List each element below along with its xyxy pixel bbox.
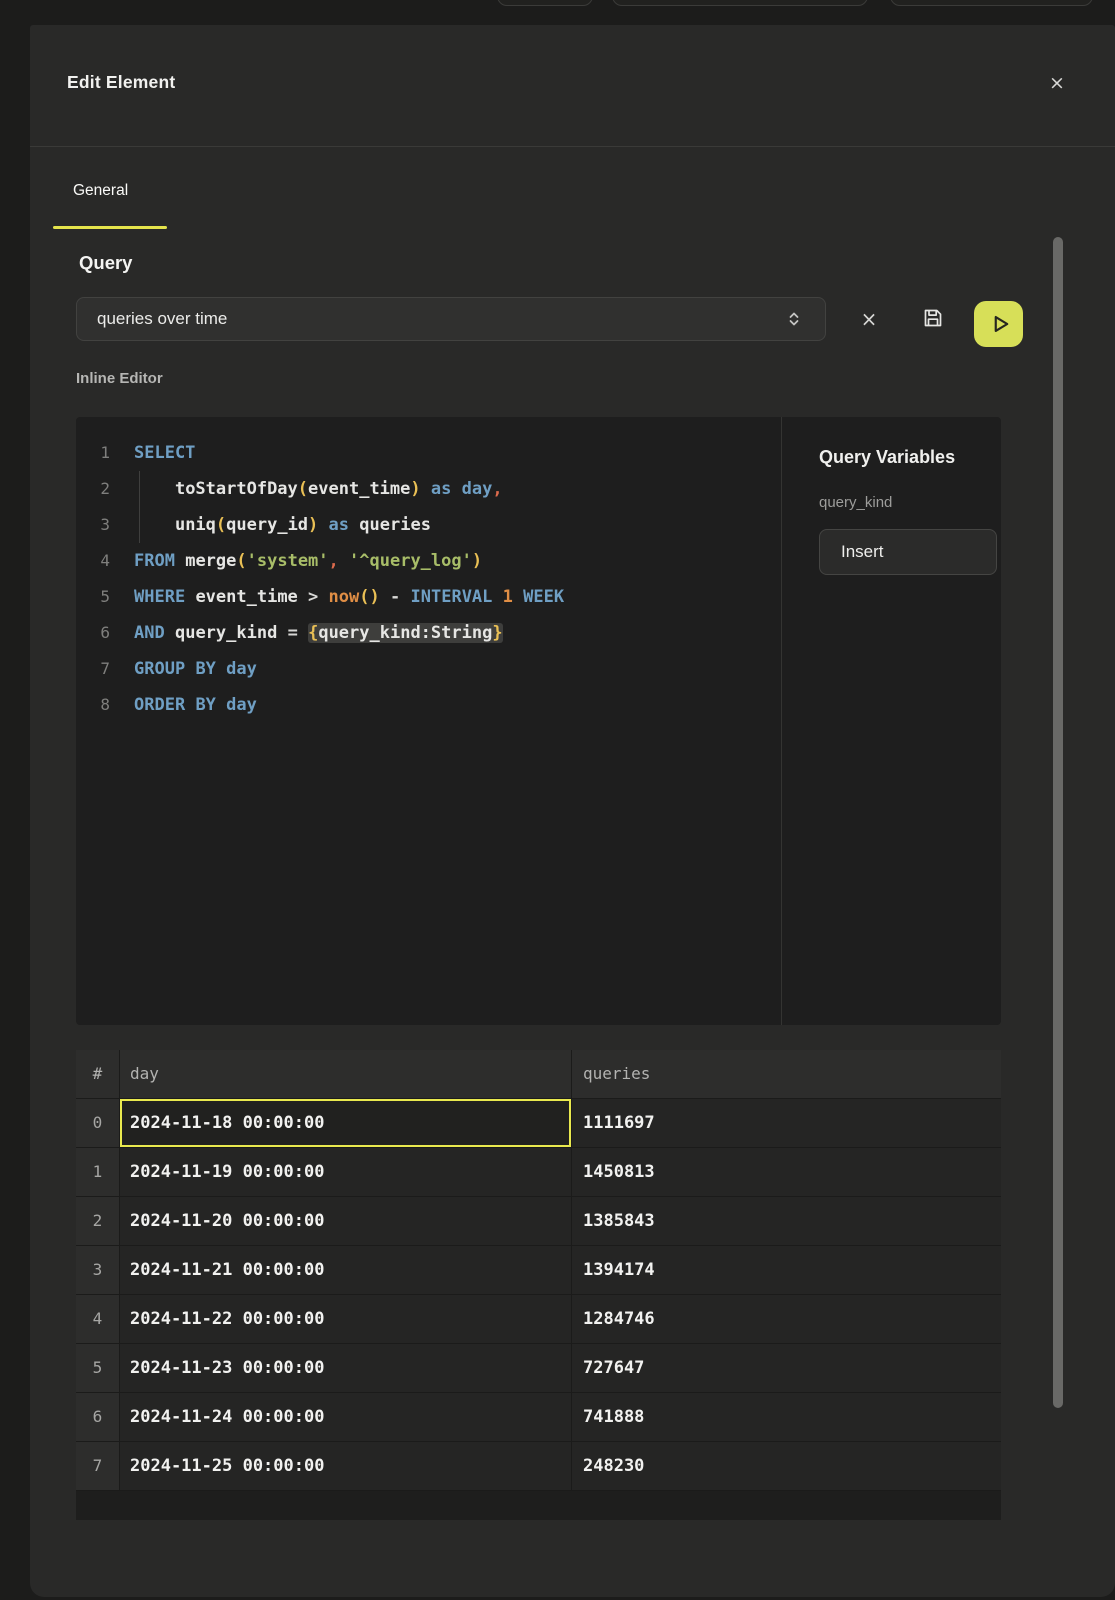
code-lines: 1SELECT2 toStartOfDay(event_time) as day… xyxy=(76,435,781,723)
cell-day[interactable]: 2024-11-25 00:00:00 xyxy=(120,1442,572,1490)
column-header-day[interactable]: day xyxy=(120,1050,572,1098)
cell-day[interactable]: 2024-11-22 00:00:00 xyxy=(120,1295,572,1343)
code-line[interactable]: 3 uniq(query_id) as queries xyxy=(76,507,781,543)
cell-queries[interactable]: 1284746 xyxy=(572,1295,1001,1343)
cell-index[interactable]: 4 xyxy=(76,1295,120,1343)
cell-index[interactable]: 1 xyxy=(76,1148,120,1196)
table-row: 42024-11-22 00:00:001284746 xyxy=(76,1295,1001,1344)
line-number: 5 xyxy=(76,579,110,615)
code-line[interactable]: 2 toStartOfDay(event_time) as day, xyxy=(76,471,781,507)
query-variables-title: Query Variables xyxy=(819,447,997,468)
background-toolbar-button[interactable] xyxy=(612,0,868,6)
tab-general[interactable]: General xyxy=(73,182,128,200)
table-row: 22024-11-20 00:00:001385843 xyxy=(76,1197,1001,1246)
inline-editor-label: Inline Editor xyxy=(76,370,163,387)
line-number: 3 xyxy=(76,507,110,543)
cell-queries[interactable]: 727647 xyxy=(572,1344,1001,1392)
table-row: 62024-11-24 00:00:00741888 xyxy=(76,1393,1001,1442)
cell-day[interactable]: 2024-11-24 00:00:00 xyxy=(120,1393,572,1441)
query-select-value: queries over time xyxy=(97,309,227,329)
cell-day[interactable]: 2024-11-20 00:00:00 xyxy=(120,1197,572,1245)
page: { "dialog": { "title": "Edit Element", "… xyxy=(0,0,1115,1600)
line-number: 6 xyxy=(76,615,110,651)
close-icon[interactable]: × xyxy=(1043,69,1071,97)
cell-queries[interactable]: 248230 xyxy=(572,1442,1001,1490)
cell-day[interactable]: 2024-11-18 00:00:00 xyxy=(120,1099,572,1147)
line-number: 1 xyxy=(76,435,110,471)
code-line[interactable]: 6AND query_kind = {query_kind:String} xyxy=(76,615,781,651)
cell-index[interactable]: 0 xyxy=(76,1099,120,1147)
variable-name-label: query_kind xyxy=(819,494,997,511)
play-icon xyxy=(986,311,1012,337)
indent-guide xyxy=(139,471,140,543)
line-number: 7 xyxy=(76,651,110,687)
code-area[interactable]: 1SELECT2 toStartOfDay(event_time) as day… xyxy=(76,417,781,1025)
dialog-title: Edit Element xyxy=(67,72,175,93)
run-query-button[interactable] xyxy=(974,301,1023,347)
cell-index[interactable]: 6 xyxy=(76,1393,120,1441)
header-divider xyxy=(30,146,1115,147)
background-toolbar-button[interactable] xyxy=(497,0,593,6)
results-table-body: 02024-11-18 00:00:00111169712024-11-19 0… xyxy=(76,1099,1001,1491)
table-row: 72024-11-25 00:00:00248230 xyxy=(76,1442,1001,1491)
select-updown-chevron-icon xyxy=(783,308,805,330)
cell-index[interactable]: 5 xyxy=(76,1344,120,1392)
insert-variable-button[interactable]: Insert xyxy=(819,529,997,575)
line-number: 4 xyxy=(76,543,110,579)
column-header-index[interactable]: # xyxy=(76,1050,120,1098)
cell-queries[interactable]: 1111697 xyxy=(572,1099,1001,1147)
save-icon[interactable] xyxy=(919,304,947,332)
table-row: 32024-11-21 00:00:001394174 xyxy=(76,1246,1001,1295)
cell-index[interactable]: 3 xyxy=(76,1246,120,1294)
code-line[interactable]: 1SELECT xyxy=(76,435,781,471)
cell-day[interactable]: 2024-11-23 00:00:00 xyxy=(120,1344,572,1392)
query-select[interactable]: queries over time xyxy=(76,297,826,341)
code-line[interactable]: 5WHERE event_time > now() - INTERVAL 1 W… xyxy=(76,579,781,615)
cell-queries[interactable]: 1450813 xyxy=(572,1148,1001,1196)
results-table-footer xyxy=(76,1491,1001,1520)
table-row: 52024-11-23 00:00:00727647 xyxy=(76,1344,1001,1393)
cell-day[interactable]: 2024-11-21 00:00:00 xyxy=(120,1246,572,1294)
line-number: 8 xyxy=(76,687,110,723)
vertical-scrollbar[interactable] xyxy=(1053,237,1063,1408)
cell-queries[interactable]: 741888 xyxy=(572,1393,1001,1441)
results-table-header: # day queries xyxy=(76,1050,1001,1099)
clear-query-icon[interactable]: × xyxy=(855,305,883,333)
table-row: 12024-11-19 00:00:001450813 xyxy=(76,1148,1001,1197)
cell-day[interactable]: 2024-11-19 00:00:00 xyxy=(120,1148,572,1196)
cell-index[interactable]: 2 xyxy=(76,1197,120,1245)
code-line[interactable]: 4FROM merge('system', '^query_log') xyxy=(76,543,781,579)
background-toolbar-button[interactable] xyxy=(890,0,1093,6)
column-header-queries[interactable]: queries xyxy=(572,1050,1001,1098)
table-row: 02024-11-18 00:00:001111697 xyxy=(76,1099,1001,1148)
code-line[interactable]: 7GROUP BY day xyxy=(76,651,781,687)
results-table: # day queries 02024-11-18 00:00:00111169… xyxy=(76,1050,1001,1491)
line-number: 2 xyxy=(76,471,110,507)
cell-index[interactable]: 7 xyxy=(76,1442,120,1490)
query-section-heading: Query xyxy=(79,252,132,274)
cell-queries[interactable]: 1394174 xyxy=(572,1246,1001,1294)
tab-active-underline xyxy=(53,226,167,229)
sql-editor: 1SELECT2 toStartOfDay(event_time) as day… xyxy=(76,417,1001,1025)
query-variables-panel: Query Variables query_kind Insert xyxy=(782,417,1001,1025)
code-line[interactable]: 8ORDER BY day xyxy=(76,687,781,723)
edit-element-dialog: Edit Element × General Query queries ove… xyxy=(30,25,1115,1597)
cell-queries[interactable]: 1385843 xyxy=(572,1197,1001,1245)
